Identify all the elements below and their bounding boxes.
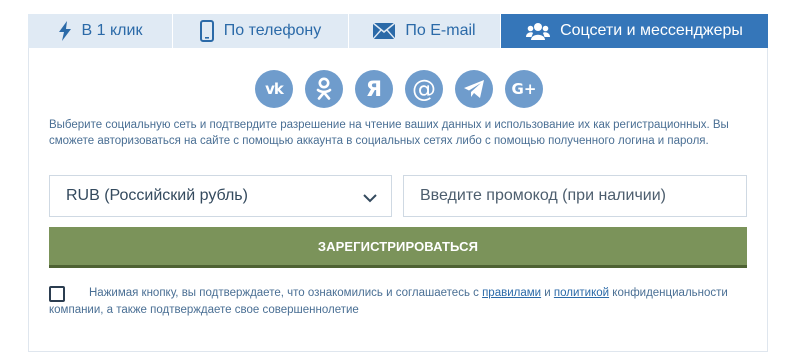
registration-panel: В 1 клик По телефону По E-mail Соцсети и…	[28, 14, 768, 352]
agreement-checkbox[interactable]	[49, 286, 65, 302]
agreement-block: Нажимая кнопку, вы подтверждаете, что оз…	[49, 285, 755, 319]
tab-email[interactable]: По E-mail	[349, 14, 501, 48]
users-icon	[526, 22, 551, 40]
odnoklassniki-icon[interactable]	[305, 70, 343, 108]
agreement-text: Нажимая кнопку, вы подтверждаете, что оз…	[49, 287, 728, 316]
phone-icon	[199, 20, 214, 42]
social-info-text: Выберите социальную сеть и подтвердите р…	[49, 119, 729, 147]
mailru-icon[interactable]: @	[405, 70, 443, 108]
tab-social[interactable]: Соцсети и мессенджеры	[501, 14, 768, 48]
promo-code-input[interactable]	[403, 175, 747, 217]
register-button[interactable]: ЗАРЕГИСТРИРОВАТЬСЯ	[49, 227, 747, 268]
tab-email-label: По E-mail	[405, 22, 476, 39]
google-plus-icon[interactable]: G+	[505, 70, 543, 108]
chevron-down-icon	[363, 190, 377, 208]
tab-one-click[interactable]: В 1 клик	[28, 14, 173, 48]
telegram-icon[interactable]	[455, 70, 493, 108]
tab-social-label: Соцсети и мессенджеры	[560, 22, 743, 39]
currency-select-value: RUB (Российский рубль)	[66, 187, 248, 204]
privacy-policy-link[interactable]: политикой	[554, 287, 609, 299]
lightning-icon	[58, 21, 72, 41]
rules-link[interactable]: правилами	[482, 287, 541, 299]
social-networks-list: vk Я @ G+	[255, 70, 543, 108]
vk-icon[interactable]: vk	[255, 70, 293, 108]
envelope-icon	[373, 23, 396, 39]
registration-tabs: В 1 клик По телефону По E-mail Соцсети и…	[28, 14, 768, 48]
tab-one-click-label: В 1 клик	[81, 22, 143, 39]
tab-phone[interactable]: По телефону	[173, 14, 349, 48]
yandex-icon[interactable]: Я	[355, 70, 393, 108]
tab-phone-label: По телефону	[223, 22, 322, 39]
currency-select[interactable]: RUB (Российский рубль)	[49, 175, 392, 217]
